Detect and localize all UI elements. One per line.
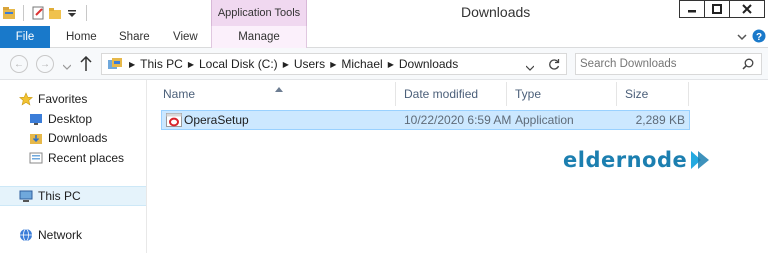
star-icon bbox=[19, 92, 33, 106]
breadcrumb-chevron-icon[interactable]: ▶ bbox=[386, 60, 396, 69]
back-button[interactable]: ← bbox=[10, 55, 28, 73]
minimize-icon bbox=[688, 10, 696, 13]
application-tools-label: Application Tools bbox=[211, 0, 307, 26]
navigation-pane: Favorites Desktop Downloads Recent place… bbox=[0, 80, 147, 253]
computer-icon bbox=[19, 189, 33, 203]
up-arrow-icon[interactable] bbox=[80, 55, 92, 75]
address-dropdown-icon[interactable] bbox=[525, 61, 535, 75]
nav-item-label: Favorites bbox=[38, 92, 88, 106]
toolbar-divider bbox=[86, 5, 87, 21]
close-button[interactable] bbox=[729, 0, 765, 18]
search-box[interactable] bbox=[575, 53, 762, 75]
search-input[interactable] bbox=[580, 56, 735, 72]
breadcrumb-chevron-icon[interactable]: ▶ bbox=[127, 60, 137, 69]
nav-item-label: Desktop bbox=[48, 112, 93, 126]
tab-view[interactable]: View bbox=[173, 26, 198, 48]
network-icon bbox=[19, 228, 33, 242]
tab-share[interactable]: Share bbox=[119, 26, 150, 48]
nav-item-label: Network bbox=[38, 228, 83, 242]
column-header-type[interactable]: Type bbox=[507, 82, 617, 106]
downloads-folder-icon bbox=[29, 131, 43, 145]
this-pc-icon bbox=[107, 57, 123, 71]
customize-toolbar-icon[interactable] bbox=[65, 6, 79, 20]
breadcrumb-local-disk[interactable]: Local Disk (C:) bbox=[196, 57, 281, 71]
nav-item-desktop[interactable]: Desktop bbox=[29, 112, 92, 126]
nav-item-this-pc[interactable]: This PC bbox=[19, 189, 81, 203]
eldernode-watermark: eldernode bbox=[563, 148, 711, 172]
file-name: OperaSetup bbox=[184, 113, 249, 127]
column-header-row: Name Date modified Type Size bbox=[155, 82, 768, 106]
nav-item-favorites[interactable]: Favorites bbox=[19, 92, 87, 106]
refresh-icon[interactable] bbox=[548, 58, 560, 73]
watermark-text: eldernode bbox=[563, 148, 688, 172]
nav-item-network[interactable]: Network bbox=[19, 228, 82, 242]
tab-manage[interactable]: Manage bbox=[211, 26, 307, 48]
sort-ascending-icon bbox=[275, 81, 283, 95]
nav-item-label: Downloads bbox=[48, 131, 108, 145]
nav-item-label: Recent places bbox=[48, 151, 125, 165]
title-bar: Application Tools Downloads bbox=[0, 0, 768, 26]
arrow-right-icon: → bbox=[40, 58, 50, 70]
forward-button[interactable]: → bbox=[36, 55, 54, 73]
play-arrow-icon bbox=[689, 149, 711, 171]
column-date-label: Date modified bbox=[404, 87, 479, 101]
tab-file[interactable]: File bbox=[0, 26, 50, 48]
table-row[interactable]: OperaSetup 10/22/2020 6:59 AM Applicatio… bbox=[161, 110, 690, 130]
help-icon[interactable]: ? bbox=[752, 29, 766, 46]
chevron-down-icon[interactable] bbox=[737, 31, 747, 45]
breadcrumb-this-pc[interactable]: This PC bbox=[137, 57, 186, 71]
breadcrumb-downloads[interactable]: Downloads bbox=[396, 57, 461, 71]
column-header-size[interactable]: Size bbox=[617, 82, 689, 106]
maximize-button[interactable] bbox=[704, 0, 730, 18]
nav-item-label: This PC bbox=[38, 189, 81, 203]
arrow-left-icon: ← bbox=[14, 58, 24, 70]
breadcrumb-chevron-icon[interactable]: ▶ bbox=[281, 60, 291, 69]
svg-text:?: ? bbox=[756, 32, 762, 43]
file-type: Application bbox=[515, 113, 574, 127]
breadcrumb-chevron-icon[interactable]: ▶ bbox=[186, 60, 196, 69]
file-size: 2,289 KB bbox=[635, 113, 685, 127]
recent-locations-icon[interactable] bbox=[62, 60, 72, 74]
properties-icon[interactable] bbox=[31, 6, 45, 20]
close-icon bbox=[742, 4, 752, 14]
ribbon-tabs: File Home Share View Manage ? bbox=[0, 26, 768, 48]
breadcrumb-chevron-icon[interactable]: ▶ bbox=[328, 60, 338, 69]
desktop-icon bbox=[29, 112, 43, 126]
window-title: Downloads bbox=[461, 4, 531, 20]
minimize-button[interactable] bbox=[679, 0, 705, 18]
tab-home[interactable]: Home bbox=[66, 26, 97, 48]
search-icon[interactable] bbox=[742, 58, 754, 73]
file-date-modified: 10/22/2020 6:59 AM bbox=[404, 113, 512, 127]
explorer-icon[interactable] bbox=[2, 6, 16, 20]
address-row: ← → ▶ This PC ▶ Local Disk (C:) ▶ Users … bbox=[0, 48, 768, 80]
recent-places-icon bbox=[29, 151, 43, 165]
column-type-label: Type bbox=[515, 87, 542, 101]
column-header-date-modified[interactable]: Date modified bbox=[396, 82, 507, 106]
address-bar[interactable]: ▶ This PC ▶ Local Disk (C:) ▶ Users ▶ Mi… bbox=[101, 53, 567, 75]
maximize-icon bbox=[712, 4, 722, 14]
column-size-label: Size bbox=[625, 87, 649, 101]
nav-item-downloads[interactable]: Downloads bbox=[29, 131, 107, 145]
breadcrumb-michael[interactable]: Michael bbox=[338, 57, 385, 71]
opera-icon bbox=[166, 113, 182, 127]
breadcrumb-users[interactable]: Users bbox=[291, 57, 328, 71]
new-folder-icon[interactable] bbox=[48, 6, 62, 20]
toolbar-divider bbox=[23, 5, 24, 21]
column-name-label: Name bbox=[163, 87, 196, 101]
nav-item-recent-places[interactable]: Recent places bbox=[29, 151, 124, 165]
quick-access-toolbar bbox=[2, 3, 91, 23]
